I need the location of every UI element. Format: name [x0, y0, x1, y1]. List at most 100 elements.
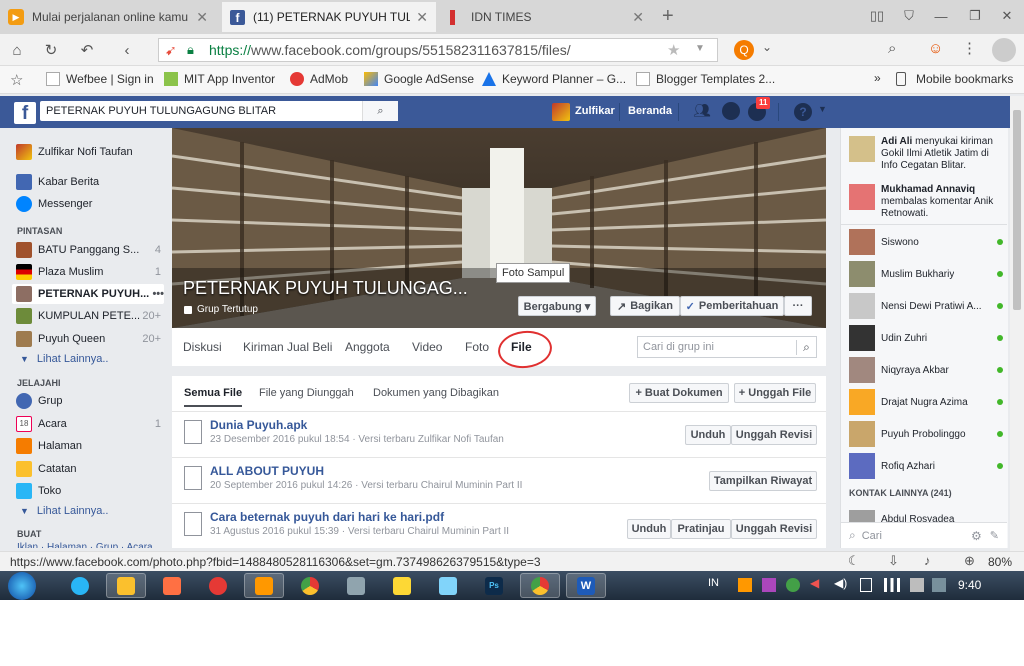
taskbar-opera[interactable]: [198, 573, 238, 598]
minimize-button[interactable]: —: [924, 0, 958, 32]
create-document-button[interactable]: + Buat Dokumen: [629, 383, 729, 403]
tray-monitor-icon[interactable]: [932, 578, 946, 592]
download-button[interactable]: Unduh: [627, 519, 671, 539]
help-icon[interactable]: ?: [794, 103, 812, 121]
sidebar-item-messenger[interactable]: Messenger: [16, 194, 161, 214]
address-bar[interactable]: ➹ 🔒︎ https://www.facebook.com/groups/551…: [158, 38, 718, 62]
sidebar-item-shop[interactable]: Toko: [16, 481, 161, 501]
shortcut-item-active[interactable]: PETERNAK PUYUH... •••: [12, 284, 164, 304]
tab-video[interactable]: Video: [412, 340, 442, 354]
upload-revision-button[interactable]: Unggah Revisi: [731, 519, 817, 539]
shortcut-item[interactable]: KUMPULAN PETE... 20+: [16, 306, 161, 326]
bookmark-mit-app-inventor[interactable]: MIT App Inventor: [164, 72, 275, 86]
close-icon[interactable]: ✕: [416, 9, 428, 26]
page-scrollbar[interactable]: [1010, 96, 1024, 551]
sidebar-item-pages[interactable]: Halaman: [16, 436, 161, 456]
close-icon[interactable]: ✕: [196, 9, 208, 26]
contact-item[interactable]: Puyuh Probolinggo: [849, 418, 1003, 450]
search-icon[interactable]: ⌕: [362, 101, 398, 121]
upload-revision-button[interactable]: Unggah Revisi: [731, 425, 817, 445]
undo-icon[interactable]: ↶: [76, 40, 98, 60]
facebook-search-input[interactable]: PETERNAK PUYUH TULUNGAGUNG BLITAR: [40, 101, 398, 121]
see-more-explore[interactable]: ▼ Lihat Lainnya..: [16, 501, 161, 521]
contact-item[interactable]: Niqyraya Akbar: [849, 354, 1003, 386]
create-links[interactable]: Iklan · Halaman · Grup · Acara: [17, 542, 162, 548]
tray-volume-icon[interactable]: ◀): [834, 576, 847, 590]
shortcut-item[interactable]: Puyuh Queen 20+: [16, 329, 161, 349]
taskbar-explorer[interactable]: [106, 573, 146, 598]
upload-file-button[interactable]: + Unggah File: [734, 383, 816, 403]
bookmark-admob[interactable]: AdMob: [290, 72, 348, 86]
bookmark-wefbee[interactable]: Wefbee | Sign in: [46, 72, 154, 86]
new-tab-button[interactable]: +: [662, 5, 674, 28]
contact-item-partial[interactable]: Abdul Rosyadea: [849, 510, 1003, 522]
back-icon[interactable]: ‹: [116, 40, 138, 60]
menu-icon[interactable]: ⋮: [962, 39, 977, 57]
filter-all-files[interactable]: Semua File: [184, 387, 243, 407]
moon-icon[interactable]: ☾: [848, 553, 860, 569]
language-indicator[interactable]: IN: [708, 577, 719, 589]
reload-icon[interactable]: ↻: [40, 40, 62, 60]
bookmarks-overflow[interactable]: »: [874, 71, 881, 85]
download-icon[interactable]: ⇩: [888, 553, 899, 569]
bookmark-keyword-planner[interactable]: Keyword Planner – G...: [482, 72, 626, 86]
tab-diskusi[interactable]: Diskusi: [183, 340, 222, 354]
tray-signal-icon[interactable]: [884, 578, 900, 592]
bookmark-adsense[interactable]: Google AdSense: [364, 72, 474, 86]
group-search-input[interactable]: Cari di grup ini ⌕: [637, 336, 817, 358]
facebook-logo[interactable]: f: [14, 102, 36, 124]
chat-search-input[interactable]: Cari: [862, 530, 971, 542]
shortcut-item[interactable]: BATU Panggang S... 4: [16, 240, 161, 260]
gear-icon[interactable]: ⚙: [971, 529, 982, 543]
clock[interactable]: 9:40: [958, 578, 981, 592]
contact-item[interactable]: Udin Zuhri: [849, 322, 1003, 354]
shirt-icon[interactable]: ⛉: [892, 0, 926, 32]
taskbar-media[interactable]: [152, 573, 192, 598]
tab-facebook-group[interactable]: f (11) PETERNAK PUYUH TULUNGAGUNG ✕: [222, 2, 436, 32]
maximize-button[interactable]: ❐: [958, 0, 992, 32]
chevron-down-icon[interactable]: ⌄: [762, 40, 772, 54]
speaker-icon[interactable]: ♪: [924, 553, 931, 568]
friend-requests-icon[interactable]: 👥︎: [693, 102, 711, 119]
tray-flag-icon[interactable]: [910, 578, 924, 592]
mobile-bookmarks[interactable]: Mobile bookmarks: [896, 72, 1013, 86]
profile-avatar[interactable]: [992, 38, 1016, 62]
group-name[interactable]: PETERNAK PUYUH TULUNGAG...: [183, 278, 493, 299]
shortcut-item[interactable]: Plaza Muslim 1: [16, 262, 161, 282]
tab-anggota[interactable]: Anggota: [345, 340, 390, 354]
profile-link[interactable]: Zulfikar Nofi Taufan: [16, 142, 161, 162]
chevron-down-icon[interactable]: ▼: [818, 104, 827, 114]
zoom-icon[interactable]: ⊕: [964, 553, 975, 569]
bookmark-blogger-templates[interactable]: Blogger Templates 2...: [636, 72, 775, 86]
file-name-link[interactable]: Cara beternak puyuh dari hari ke hari.pd…: [210, 510, 444, 524]
tab-foto[interactable]: Foto: [465, 340, 489, 354]
search-icon[interactable]: ⌕: [796, 339, 816, 355]
close-window-button[interactable]: ✕: [990, 0, 1024, 32]
contact-item[interactable]: Drajat Nugra Azima: [849, 386, 1003, 418]
contact-item[interactable]: Nensi Dewi Pratiwi A...: [849, 290, 1003, 322]
contact-item[interactable]: Rofiq Azhari: [849, 450, 1003, 482]
tray-battery-icon[interactable]: [860, 578, 872, 592]
home-link[interactable]: Beranda: [628, 105, 672, 117]
taskbar-photoshop[interactable]: Ps: [474, 573, 514, 598]
messenger-icon[interactable]: [722, 102, 740, 120]
more-button[interactable]: ···: [784, 296, 812, 316]
contact-item[interactable]: Muslim Bukhariy: [849, 258, 1003, 290]
share-button[interactable]: ↗ Bagikan: [610, 296, 680, 316]
home-icon[interactable]: ⌂: [6, 40, 28, 60]
chevron-down-icon[interactable]: ▼: [695, 43, 705, 54]
uc-icon[interactable]: ☺: [928, 40, 943, 57]
taskbar-ie[interactable]: [60, 573, 100, 598]
show-history-button[interactable]: Tampilkan Riwayat: [709, 471, 817, 491]
ticker-item[interactable]: Adi Ali menyukai kiriman Gokil Ilmi Atle…: [849, 136, 1003, 180]
sidebar-item-notes[interactable]: Catatan: [16, 459, 161, 479]
download-button[interactable]: Unduh: [685, 425, 731, 445]
zoom-level[interactable]: 80%: [988, 555, 1012, 569]
taskbar-uc-browser[interactable]: [244, 573, 284, 598]
filter-uploaded-files[interactable]: File yang Diunggah: [259, 387, 354, 399]
sidebar-item-groups[interactable]: Grup: [16, 391, 161, 411]
tray-uc-icon[interactable]: [738, 578, 752, 592]
file-name-link[interactable]: ALL ABOUT PUYUH: [210, 464, 324, 478]
notifications-button[interactable]: ✓ Pemberitahuan: [680, 296, 784, 316]
taskbar-chrome-active[interactable]: [520, 573, 560, 598]
